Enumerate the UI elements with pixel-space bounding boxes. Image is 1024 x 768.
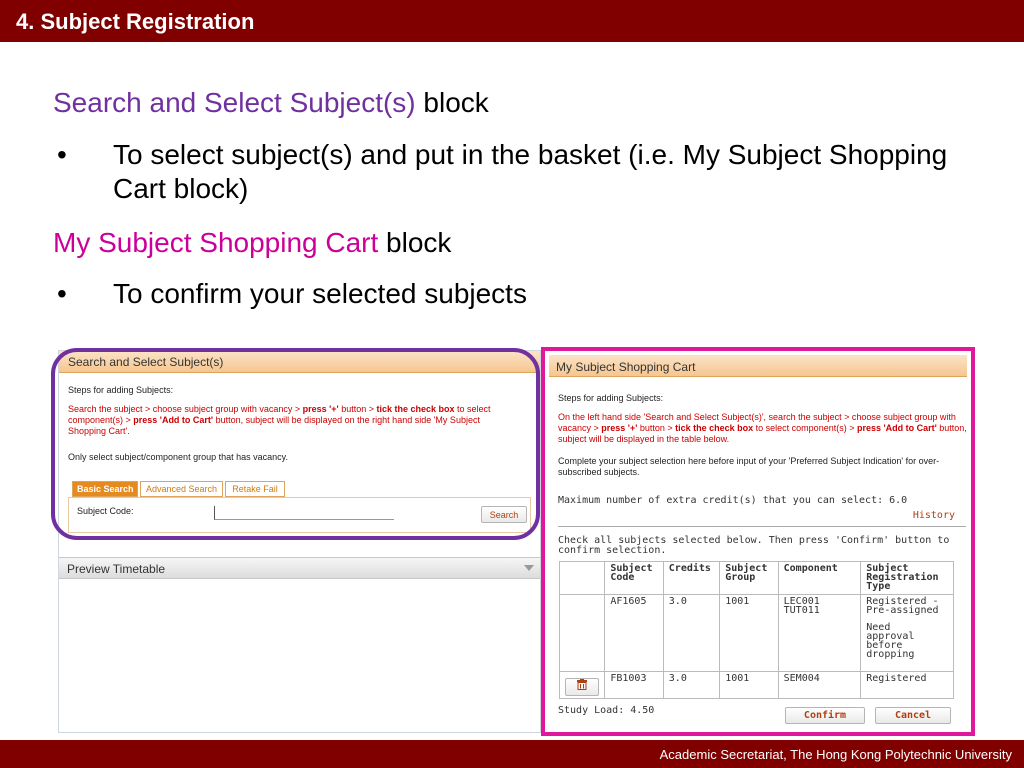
cell-credits: 3.0 [662, 594, 721, 672]
table-row: AF1605 3.0 1001 LEC001 TUT011 Registered… [558, 594, 954, 672]
slide-title: 4. Subject Registration [16, 9, 255, 34]
history-link[interactable]: History [913, 510, 955, 521]
column-header-component: Component [777, 561, 862, 595]
heading-cart-rest: block [378, 227, 452, 258]
bullet-dot: • [57, 278, 67, 309]
delete-button[interactable] [565, 678, 599, 696]
study-load: Study Load: 4.50 [558, 705, 655, 716]
subject-code-input[interactable] [214, 506, 394, 520]
bullet-text: To select subject(s) and put in the bask… [113, 139, 948, 204]
cart-steps-heading: Steps for adding Subjects: [558, 393, 664, 403]
bullet-text: To confirm your selected subjects [113, 278, 527, 309]
cell-subject-group: 1001 [719, 671, 779, 699]
column-header-action [558, 561, 606, 595]
preview-timetable-header[interactable]: Preview Timetable [59, 557, 540, 579]
cell-action [558, 671, 606, 699]
table-row: FB1003 3.0 1001 SEM004 Registered [558, 671, 954, 699]
cell-registration-type: Registered [860, 671, 954, 699]
collapse-arrow-icon[interactable] [524, 565, 534, 571]
cell-credits: 3.0 [662, 671, 721, 699]
cart-steps-text: On the left hand side 'Search and Select… [558, 412, 967, 444]
footer-bar: Academic Secretariat, The Hong Kong Poly… [0, 740, 1024, 768]
bullet-confirm-subjects: • To confirm your selected subjects [53, 277, 527, 311]
cell-subject-code: FB1003 [604, 671, 664, 699]
cart-panel-header: My Subject Shopping Cart [549, 355, 967, 377]
preview-timetable-title: Preview Timetable [67, 562, 166, 576]
cell-subject-code: AF1605 [604, 594, 664, 672]
divider [558, 526, 966, 527]
subject-code-label: Subject Code: [77, 506, 134, 516]
column-header-subject-code: Subject Code [604, 561, 664, 595]
search-steps-text: Search the subject > choose subject grou… [68, 404, 491, 436]
cell-action [558, 594, 606, 672]
tab-retake-fail[interactable]: Retake Fail [225, 481, 285, 497]
tab-basic-search[interactable]: Basic Search [72, 481, 138, 497]
cell-subject-group: 1001 [719, 594, 779, 672]
bullet-select-subjects: • To select subject(s) and put in the ba… [53, 138, 1003, 206]
cell-registration-type: Registered - Pre-assigned Need approval … [860, 594, 954, 672]
shopping-cart-screenshot: My Subject Shopping Cart Steps for addin… [541, 347, 975, 736]
heading-search-rest: block [415, 87, 489, 118]
column-header-registration-type: Subject Registration Type [860, 561, 954, 595]
cell-component: LEC001 TUT011 [777, 594, 862, 672]
heading-search-block: Search and Select Subject(s) block [53, 86, 489, 120]
confirm-instruction: Check all subjects selected below. Then … [558, 535, 950, 556]
search-select-screenshot: Search and Select Subject(s) Steps for a… [58, 350, 541, 733]
title-bar: 4. Subject Registration [0, 0, 1024, 42]
cart-subjects-table: Subject Code Credits Subject Group Compo… [558, 561, 954, 699]
basic-search-form: Subject Code: Search [68, 497, 531, 533]
search-panel-title: Search and Select Subject(s) [68, 355, 224, 369]
trash-icon [577, 679, 587, 690]
heading-cart-colored: My Subject Shopping Cart [53, 227, 379, 258]
heading-cart-block: My Subject Shopping Cart block [53, 226, 451, 260]
search-panel-header: Search and Select Subject(s) [59, 351, 540, 373]
column-header-credits: Credits [662, 561, 721, 595]
search-vacancy-note: Only select subject/component group that… [68, 452, 288, 462]
max-credit-text: Maximum number of extra credit(s) that y… [558, 495, 908, 506]
cart-panel-title: My Subject Shopping Cart [556, 360, 696, 374]
footer-text: Academic Secretariat, The Hong Kong Poly… [659, 747, 1012, 762]
heading-search-colored: Search and Select Subject(s) [53, 87, 416, 118]
cart-preferred-note: Complete your subject selection here bef… [558, 456, 940, 477]
tab-advanced-search[interactable]: Advanced Search [140, 481, 223, 497]
confirm-button[interactable]: Confirm [785, 707, 865, 724]
cell-component: SEM004 [777, 671, 862, 699]
search-steps-heading: Steps for adding Subjects: [68, 385, 174, 395]
search-button[interactable]: Search [481, 506, 527, 523]
cancel-button[interactable]: Cancel [875, 707, 951, 724]
bullet-dot: • [57, 139, 67, 170]
column-header-subject-group: Subject Group [719, 561, 779, 595]
